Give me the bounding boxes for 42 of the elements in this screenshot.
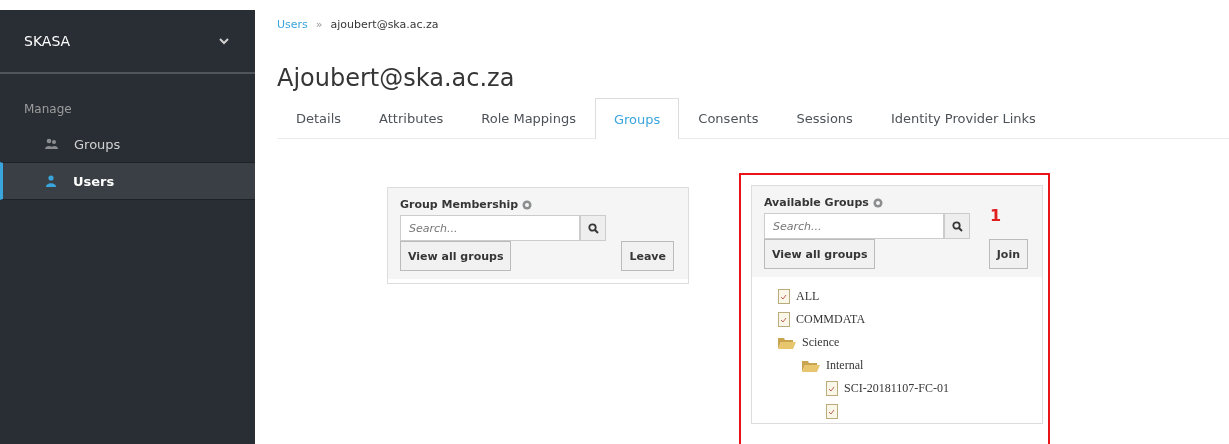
realm-name[interactable]: SKASA <box>24 33 71 49</box>
search-icon <box>587 222 599 234</box>
tab[interactable]: Details <box>277 98 361 138</box>
folder-icon <box>802 359 820 372</box>
search-field[interactable]: Search... <box>764 213 944 239</box>
tab[interactable]: Sessions <box>777 98 872 138</box>
chevron-down-icon[interactable] <box>219 37 229 45</box>
help-icon[interactable] <box>872 197 883 208</box>
file-icon <box>826 404 838 419</box>
user-icon <box>45 175 57 187</box>
panel-title: Group Membership <box>400 198 519 211</box>
leave-button[interactable]: Leave <box>621 241 674 271</box>
folder-icon <box>778 336 796 349</box>
tree-item[interactable]: ALL <box>796 289 820 304</box>
search-icon <box>951 220 963 232</box>
file-icon <box>778 289 790 304</box>
view-all-groups-button[interactable]: View all groups <box>400 241 512 271</box>
panel-title: Available Groups <box>764 196 869 209</box>
breadcrumb-current: ajoubert@ska.ac.za <box>330 17 439 31</box>
file-icon <box>778 312 790 327</box>
tree-item[interactable]: Science <box>802 335 840 350</box>
search-field[interactable]: Search... <box>400 215 580 241</box>
search-button[interactable] <box>944 213 970 239</box>
page-title: Ajoubert@ska.ac.za <box>277 64 516 92</box>
search-button[interactable] <box>580 215 606 241</box>
sidebar-item[interactable]: Groups <box>0 126 255 162</box>
file-icon <box>826 381 838 396</box>
tree-item[interactable]: Internal <box>826 358 864 373</box>
tree-item[interactable]: COMMDATA <box>796 312 866 327</box>
tree-item[interactable]: SCI-20181107-FC-01 <box>844 381 949 396</box>
help-icon[interactable] <box>522 199 533 210</box>
breadcrumb-separator: » <box>315 17 323 31</box>
tab[interactable]: Consents <box>679 98 778 138</box>
view-all-groups-button[interactable]: View all groups <box>764 239 876 269</box>
tab[interactable]: Attributes <box>360 98 463 138</box>
join-button[interactable]: Join <box>988 239 1028 269</box>
annotation-number: 1 <box>990 206 1002 225</box>
users-icon <box>45 138 58 150</box>
sidebar-item[interactable]: Users <box>0 162 255 200</box>
tab[interactable]: Role Mappings <box>462 98 595 138</box>
section-label: Manage <box>23 101 73 118</box>
tab[interactable]: Identity Provider Links <box>871 98 1055 138</box>
